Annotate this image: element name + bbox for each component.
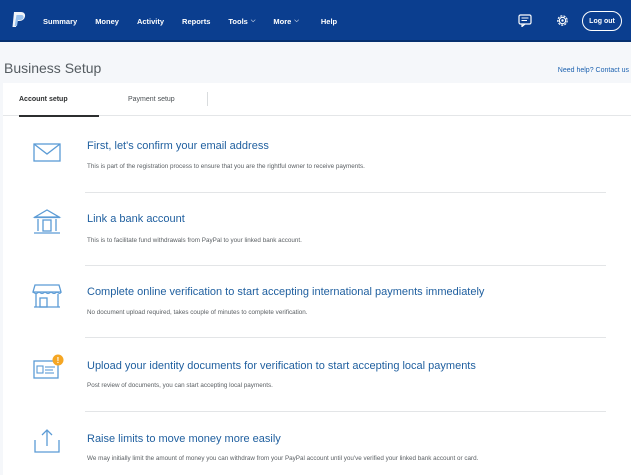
nav-summary[interactable]: Summary bbox=[43, 17, 77, 26]
nav-help[interactable]: Help bbox=[321, 17, 337, 26]
tab-divider bbox=[207, 92, 208, 106]
step-title[interactable]: Upload your identity documents for verif… bbox=[87, 360, 476, 372]
svg-text:!: ! bbox=[57, 356, 60, 365]
tab-payment-setup[interactable]: Payment setup bbox=[128, 83, 208, 116]
logout-button[interactable]: Log out bbox=[582, 11, 622, 31]
divider bbox=[85, 265, 606, 266]
id-card-icon: ! bbox=[33, 354, 64, 379]
nav-tools[interactable]: Tools ⌵ bbox=[228, 17, 255, 26]
step-title[interactable]: First, let's confirm your email address bbox=[87, 140, 269, 152]
nav-activity[interactable]: Activity bbox=[137, 17, 164, 26]
setup-tabs: Account setup Payment setup bbox=[3, 83, 631, 117]
step-description: This is part of the registration process… bbox=[87, 163, 365, 170]
bank-icon bbox=[32, 209, 62, 234]
step-title[interactable]: Complete online verification to start ac… bbox=[87, 286, 484, 298]
main-nav: Summary Money Activity Reports Tools ⌵ Mo… bbox=[43, 0, 355, 42]
divider bbox=[85, 411, 606, 412]
divider bbox=[85, 192, 606, 193]
setup-card: Account setup Payment setup First, let's… bbox=[3, 83, 631, 475]
message-center-icon[interactable] bbox=[518, 14, 532, 27]
step-description: Post review of documents, you can start … bbox=[87, 382, 273, 389]
nav-more[interactable]: More ⌵ bbox=[273, 17, 298, 26]
envelope-icon bbox=[33, 143, 61, 162]
step-title[interactable]: Raise limits to move money more easily bbox=[87, 433, 281, 445]
paypal-logo-icon[interactable] bbox=[11, 11, 27, 29]
step-description: This is to facilitate fund withdrawals f… bbox=[87, 237, 302, 244]
chevron-down-icon: ⌵ bbox=[294, 17, 299, 24]
step-description: No document upload required, takes coupl… bbox=[87, 309, 308, 316]
chevron-down-icon: ⌵ bbox=[250, 17, 256, 24]
page-title: Business Setup bbox=[4, 60, 102, 76]
gear-icon[interactable] bbox=[555, 13, 570, 28]
divider bbox=[85, 337, 606, 338]
nav-money[interactable]: Money bbox=[95, 17, 119, 26]
help-contact-link[interactable]: Need help? Contact us bbox=[558, 67, 629, 74]
nav-reports[interactable]: Reports bbox=[182, 17, 210, 26]
tab-account-setup[interactable]: Account setup bbox=[19, 83, 99, 117]
upload-icon bbox=[34, 429, 60, 453]
step-description: We may initially limit the amount of mon… bbox=[87, 455, 479, 462]
storefront-icon bbox=[32, 284, 62, 308]
step-title[interactable]: Link a bank account bbox=[87, 213, 185, 225]
top-nav-bar: Summary Money Activity Reports Tools ⌵ Mo… bbox=[0, 0, 631, 42]
